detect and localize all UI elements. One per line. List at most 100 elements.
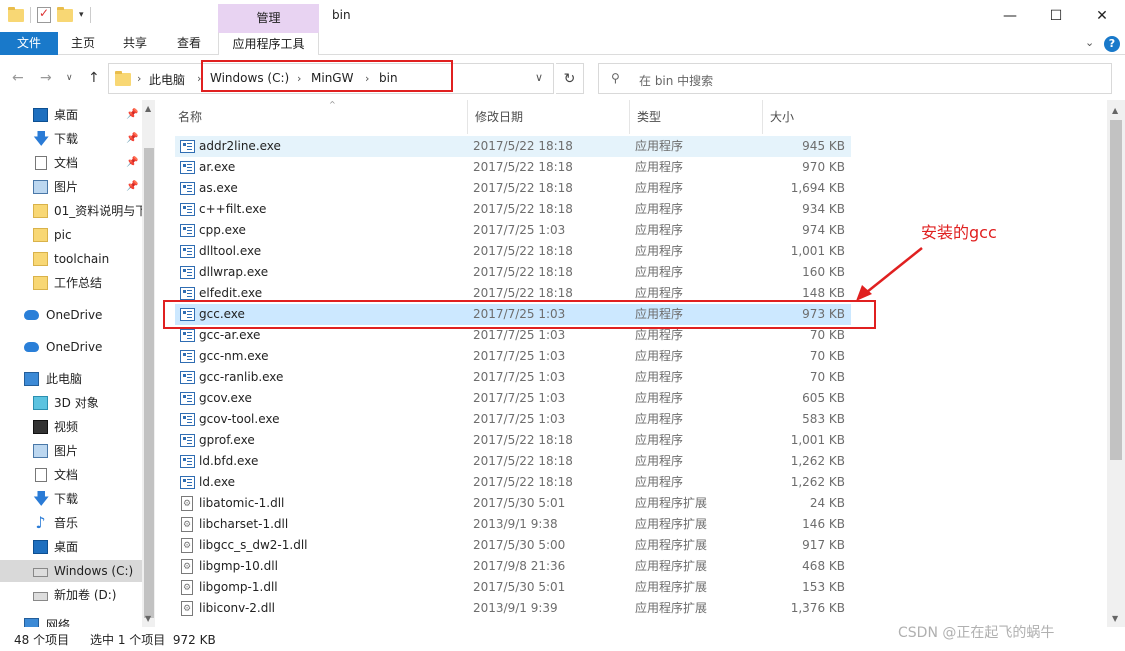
file-row[interactable]: libcharset-1.dll 2013/9/1 9:38 应用程序扩展 146 K… xyxy=(175,514,851,536)
file-row[interactable]: gcc-ranlib.exe 2017/7/25 1:03 应用程序 70 KB xyxy=(175,367,851,388)
file-row[interactable]: libiconv-2.dll 2013/9/1 9:39 应用程序扩展 1,376 K… xyxy=(175,598,851,620)
chevron-right-icon[interactable]: › xyxy=(137,72,141,85)
file-name: cpp.exe xyxy=(199,223,246,237)
exe-file-icon xyxy=(180,140,195,153)
folder-icon[interactable] xyxy=(8,6,24,22)
sidebar-item-pictures[interactable]: 图片 📌 xyxy=(0,176,142,198)
refresh-button[interactable]: ↻ xyxy=(556,63,584,94)
file-row[interactable]: c++filt.exe 2017/5/22 18:18 应用程序 934 KB xyxy=(175,199,851,220)
picture-icon xyxy=(33,180,48,194)
sidebar-item-label: 01_资料说明与下 xyxy=(54,204,142,218)
file-row[interactable]: libgomp-1.dll 2017/5/30 5:01 应用程序扩展 153 KB xyxy=(175,577,851,599)
scroll-down-icon[interactable]: ▼ xyxy=(1112,614,1118,623)
tab-share[interactable]: 共享 xyxy=(114,32,156,55)
file-list-scrollbar[interactable]: ▲ ▼ xyxy=(1107,100,1125,627)
file-date: 2017/7/25 1:03 xyxy=(473,223,566,237)
sidebar-item-network[interactable]: 网络 xyxy=(0,614,142,627)
file-row[interactable]: gcov-tool.exe 2017/7/25 1:03 应用程序 583 KB xyxy=(175,409,851,430)
exe-file-icon xyxy=(180,329,195,342)
recent-locations-dropdown[interactable]: ∨ xyxy=(66,73,73,83)
file-list: 名称 ^ 修改日期 类型 大小 addr2line.exe 2017/5/22 1… xyxy=(157,100,1107,627)
sidebar-item-documents[interactable]: 文档 📌 xyxy=(0,152,142,174)
file-row[interactable]: as.exe 2017/5/22 18:18 应用程序 1,694 KB xyxy=(175,178,851,199)
scroll-up-icon[interactable]: ▲ xyxy=(145,104,151,113)
address-history-dropdown[interactable]: ∨ xyxy=(535,71,543,84)
search-box[interactable]: ⚲ 在 bin 中搜索 xyxy=(598,63,1112,94)
sidebar-item-desktop[interactable]: 桌面 📌 xyxy=(0,104,142,126)
tab-app-tools[interactable]: 应用程序工具 xyxy=(218,32,319,55)
file-date: 2017/9/8 21:36 xyxy=(473,559,566,573)
sidebar-item-windows-c[interactable]: Windows (C:) xyxy=(0,560,142,582)
maximize-button[interactable]: ☐ xyxy=(1033,0,1079,32)
expand-ribbon-icon[interactable]: ⌄ xyxy=(1085,36,1094,49)
file-name: libgomp-1.dll xyxy=(199,580,278,594)
sidebar-item-videos[interactable]: 视频 xyxy=(0,416,142,438)
sidebar-item-3d-objects[interactable]: 3D 对象 xyxy=(0,392,142,414)
sidebar-item-documents-2[interactable]: 文档 xyxy=(0,464,142,486)
file-date: 2017/7/25 1:03 xyxy=(473,370,566,384)
drive-icon xyxy=(33,592,48,601)
file-date: 2017/5/22 18:18 xyxy=(473,433,573,447)
sidebar-item-toolchain[interactable]: toolchain xyxy=(0,248,142,270)
customize-toolbar-dropdown[interactable]: ▾ xyxy=(79,10,84,20)
sidebar-item-new-volume-d[interactable]: 新加卷 (D:) xyxy=(0,584,142,606)
file-row[interactable]: gcov.exe 2017/7/25 1:03 应用程序 605 KB xyxy=(175,388,851,409)
file-row[interactable]: ld.bfd.exe 2017/5/22 18:18 应用程序 1,262 KB xyxy=(175,451,851,472)
sidebar-scroll-thumb[interactable] xyxy=(144,148,154,618)
sidebar-item-downloads-2[interactable]: 🡇 下载 xyxy=(0,488,142,510)
properties-icon[interactable] xyxy=(37,6,51,23)
breadcrumb-this-pc[interactable]: 此电脑 xyxy=(149,71,185,88)
file-list-scroll-thumb[interactable] xyxy=(1110,120,1122,460)
sidebar-item-pictures-2[interactable]: 图片 xyxy=(0,440,142,462)
column-header-name[interactable]: 名称 ^ xyxy=(171,100,468,134)
help-icon[interactable]: ? xyxy=(1104,36,1120,52)
column-header-date[interactable]: 修改日期 xyxy=(468,100,630,134)
scroll-down-icon[interactable]: ▼ xyxy=(145,614,151,623)
sidebar-item-this-pc[interactable]: 此电脑 xyxy=(0,368,142,390)
sidebar-item-onedrive-2[interactable]: OneDrive xyxy=(0,336,142,358)
drive-icon xyxy=(33,568,48,577)
tab-file[interactable]: 文件 xyxy=(0,32,58,55)
close-button[interactable]: ✕ xyxy=(1079,0,1125,32)
column-header-size[interactable]: 大小 xyxy=(763,100,851,134)
sidebar-item-music[interactable]: ♪ 音乐 xyxy=(0,512,142,534)
file-row[interactable]: ar.exe 2017/5/22 18:18 应用程序 970 KB xyxy=(175,157,851,178)
exe-file-icon xyxy=(180,413,195,426)
sidebar-item-pic[interactable]: pic xyxy=(0,224,142,246)
file-row[interactable]: libgmp-10.dll 2017/9/8 21:36 应用程序扩展 468 KB xyxy=(175,556,851,578)
tab-home[interactable]: 主页 xyxy=(62,32,104,55)
file-row[interactable]: libatomic-1.dll 2017/5/30 5:01 应用程序扩展 24 KB xyxy=(175,493,851,515)
file-row[interactable]: gprof.exe 2017/5/22 18:18 应用程序 1,001 KB xyxy=(175,430,851,451)
download-icon: 🡇 xyxy=(33,129,50,148)
file-row[interactable]: dlltool.exe 2017/5/22 18:18 应用程序 1,001 KB xyxy=(175,241,851,262)
tab-view[interactable]: 查看 xyxy=(168,32,210,55)
download-icon: 🡇 xyxy=(33,489,50,508)
sidebar-item-desktop-2[interactable]: 桌面 xyxy=(0,536,142,558)
sidebar-item-work-summary[interactable]: 工作总结 xyxy=(0,272,142,294)
file-row[interactable]: gcc-nm.exe 2017/7/25 1:03 应用程序 70 KB xyxy=(175,346,851,367)
sidebar-item-onedrive[interactable]: OneDrive xyxy=(0,304,142,326)
new-folder-icon[interactable] xyxy=(57,6,73,22)
sidebar-item-01-docs[interactable]: 01_资料说明与下 xyxy=(0,200,142,222)
sidebar-scrollbar[interactable]: ▲ ▼ xyxy=(142,100,155,627)
address-highlight-annotation xyxy=(201,60,453,92)
file-type: 应用程序 xyxy=(635,475,684,489)
sidebar-item-label: toolchain xyxy=(54,252,110,266)
up-button[interactable]: ↑ xyxy=(88,70,100,86)
forward-button[interactable]: → xyxy=(40,70,52,86)
sidebar-item-downloads[interactable]: 🡇 下载 📌 xyxy=(0,128,142,150)
file-type: 应用程序 xyxy=(635,412,684,426)
file-row[interactable]: addr2line.exe 2017/5/22 18:18 应用程序 945 KB xyxy=(175,136,851,157)
search-input[interactable]: 在 bin 中搜索 xyxy=(639,72,713,89)
file-row[interactable]: libgcc_s_dw2-1.dll 2017/5/30 5:00 应用程序扩展 91… xyxy=(175,535,851,557)
file-row[interactable]: dllwrap.exe 2017/5/22 18:18 应用程序 160 KB xyxy=(175,262,851,283)
file-type: 应用程序 xyxy=(635,181,684,195)
file-name: libgcc_s_dw2-1.dll xyxy=(199,538,308,552)
scroll-up-icon[interactable]: ▲ xyxy=(1112,106,1118,115)
file-type: 应用程序扩展 xyxy=(635,538,708,552)
minimize-button[interactable]: — xyxy=(987,0,1033,32)
file-row[interactable]: ld.exe 2017/5/22 18:18 应用程序 1,262 KB xyxy=(175,472,851,493)
column-header-type[interactable]: 类型 xyxy=(630,100,763,134)
back-button[interactable]: ← xyxy=(12,70,24,86)
file-row[interactable]: cpp.exe 2017/7/25 1:03 应用程序 974 KB xyxy=(175,220,851,241)
